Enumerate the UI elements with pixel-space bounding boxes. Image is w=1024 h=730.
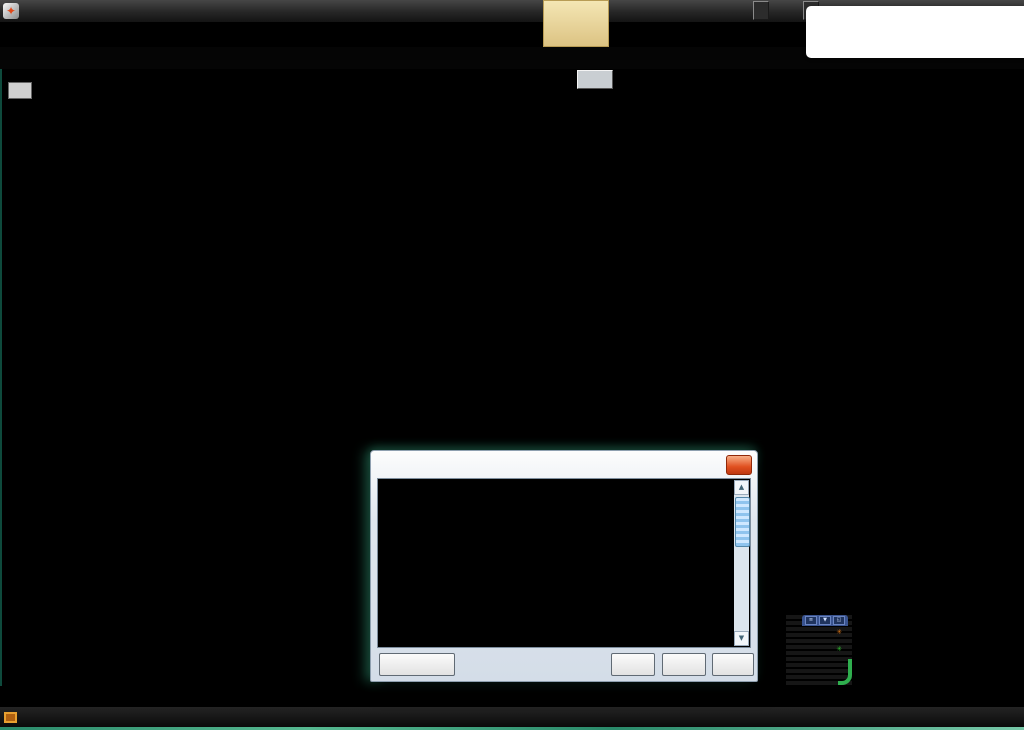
dialog-scrollbar[interactable]: ▲ ▼: [734, 480, 749, 646]
header-filter-cell: [0, 69, 40, 110]
stock-pool-dropdown[interactable]: [543, 0, 609, 47]
market-tab-bar: [0, 686, 1024, 707]
dialog-close-icon[interactable]: [726, 455, 752, 475]
mini-alert-widget[interactable]: ≡ ▼ ◱ ✳ ✳: [786, 615, 852, 685]
header-turnover[interactable]: [289, 69, 341, 110]
alert-dialog: ▲ ▼: [370, 450, 758, 682]
header-corner: [1006, 69, 1024, 110]
spinner-green-icon: ✳: [837, 644, 842, 654]
table-header: [0, 69, 1024, 110]
flash-hand-button[interactable]: [753, 1, 769, 20]
app-icon: ✦: [3, 3, 19, 19]
alert-list: ▲ ▼: [377, 478, 751, 648]
scroll-down-icon[interactable]: ▼: [734, 631, 749, 646]
mini-value-1: ✳: [837, 640, 842, 654]
analyze-button[interactable]: [662, 653, 706, 676]
scrollbar-thumb[interactable]: [735, 497, 750, 547]
spinner-icon: ✳: [837, 627, 842, 637]
header-code[interactable]: [40, 69, 100, 110]
mini-menu-icon[interactable]: ≡: [805, 616, 817, 625]
close-alert-button[interactable]: [379, 653, 455, 676]
mini-widget-header: ≡ ▼ ◱: [802, 615, 848, 626]
header-name[interactable]: [100, 69, 185, 110]
header-price[interactable]: [237, 69, 289, 110]
settings-button[interactable]: [712, 653, 754, 676]
status-window-icon[interactable]: [4, 712, 17, 723]
mini-down-icon[interactable]: ▼: [819, 616, 831, 625]
header-group-day: [341, 69, 685, 89]
operate-button[interactable]: [611, 653, 655, 676]
left-border: [0, 69, 2, 686]
filter-dropdown-icon[interactable]: [8, 82, 32, 99]
watermark-box: [806, 6, 1024, 58]
app-window: ✦ ▲ ▼: [0, 0, 1024, 730]
header-chg[interactable]: [185, 69, 237, 110]
mini-widget-corner: [838, 659, 852, 685]
scroll-up-icon[interactable]: ▲: [734, 480, 749, 495]
mini-restore-icon[interactable]: ◱: [833, 616, 845, 625]
status-bar: [0, 707, 1024, 727]
header-group-5min: [685, 69, 1006, 89]
note-button[interactable]: [577, 70, 613, 89]
